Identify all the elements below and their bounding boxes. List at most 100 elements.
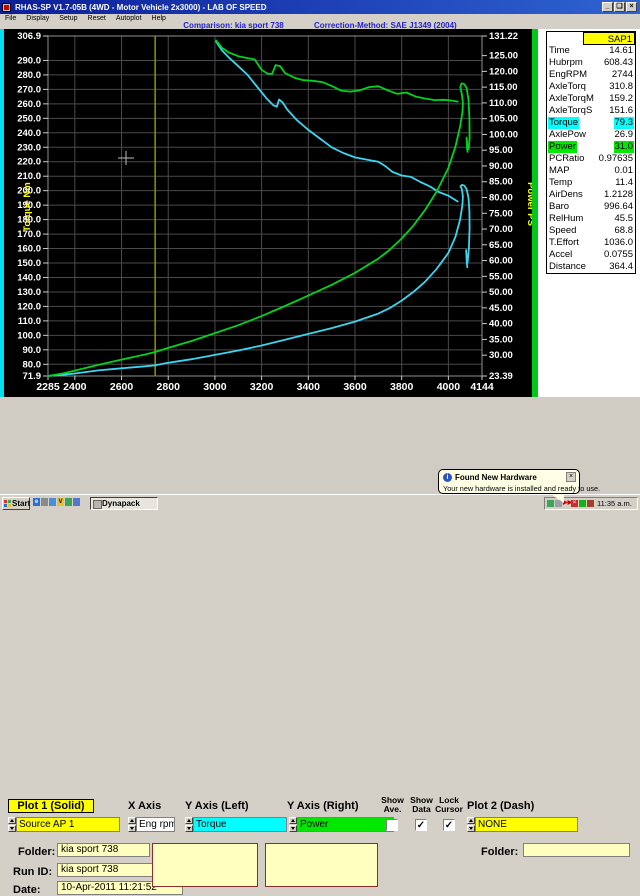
left-tick-label: 210.0: [17, 171, 41, 182]
show-ave-checkbox[interactable]: [386, 819, 398, 831]
close-button[interactable]: ×: [626, 2, 637, 12]
right-tick-label: 95.00: [489, 145, 513, 156]
window-title: RHAS-SP V1.7-05B (4WD - Motor Vehicle 2x…: [15, 3, 266, 12]
yaxis-right-section-label: Y Axis (Right): [287, 800, 359, 812]
row-value: 364.4: [608, 261, 634, 273]
right-tick-label: 80.00: [489, 193, 513, 204]
left-tick-label: 110.0: [18, 316, 41, 327]
row-label: AxleTorqS: [548, 105, 593, 117]
right-tick-label: 105.00: [489, 114, 518, 125]
right-tick-label: 70.00: [489, 224, 513, 235]
taskbar-button-dynapack[interactable]: Dynapack: [90, 497, 158, 510]
x-tick-label: 4144: [470, 381, 494, 393]
quicklaunch-icon-6[interactable]: [73, 498, 80, 506]
row-value: 2744: [611, 69, 634, 81]
show-data-checkbox[interactable]: ✓: [415, 819, 427, 831]
minimize-button[interactable]: _: [602, 2, 613, 12]
left-tick-label: 240.0: [17, 128, 41, 139]
menu-item-setup[interactable]: Setup: [54, 15, 82, 22]
yaxis-right-field[interactable]: Power: [297, 817, 394, 832]
yaxis-left-field[interactable]: Torque: [193, 817, 287, 832]
menu-item-display[interactable]: Display: [21, 15, 54, 22]
tray-icon-2[interactable]: [555, 500, 562, 507]
table-row: AxleTorqM 159.2: [547, 93, 635, 105]
taskbar-clock: 11:35 a.m.: [597, 499, 632, 508]
menu-item-help[interactable]: Help: [147, 15, 171, 22]
lock-cursor-checkbox[interactable]: ✓: [443, 819, 455, 831]
tray-icon-6[interactable]: [587, 500, 594, 507]
right-tick-label: 115.00: [489, 82, 518, 93]
tray-icon-1[interactable]: [547, 500, 554, 507]
right-tick-label: 40.00: [489, 319, 513, 330]
row-value: 31.0: [614, 141, 635, 153]
xaxis-field[interactable]: Eng rpm: [136, 817, 175, 832]
right-tick-label: 131.22: [489, 31, 518, 42]
row-label: Speed: [548, 225, 577, 237]
left-tick-label: 260.0: [17, 99, 41, 110]
folder-field[interactable]: kia sport 738: [57, 843, 150, 857]
left-tick-label: 120.0: [17, 301, 41, 312]
plot2-spinner[interactable]: [467, 817, 475, 832]
row-value: 26.9: [614, 129, 635, 141]
windows-logo-icon: [4, 500, 11, 507]
tray-media-icon[interactable]: ▶▶: [563, 500, 570, 507]
right-tick-label: 125.00: [489, 51, 518, 62]
right-tick-label: 45.00: [489, 303, 513, 314]
menu-item-file[interactable]: File: [0, 15, 21, 22]
row-value: 159.2: [608, 93, 634, 105]
x-tick-label: 3600: [343, 381, 367, 393]
x-tick-label: 3000: [203, 381, 227, 393]
table-row: AxleTorq310.8: [547, 81, 635, 93]
folder2-field[interactable]: [523, 843, 630, 857]
comment-textbox-1[interactable]: [152, 843, 258, 887]
plot1-source-spinner[interactable]: [8, 817, 16, 832]
series-power-rise: [48, 83, 470, 376]
row-label: AxleTorqM: [548, 93, 595, 105]
plot-border: [48, 36, 482, 376]
quicklaunch-icon-3[interactable]: [49, 498, 56, 506]
row-value: 608.43: [603, 57, 634, 69]
row-label: T.Effort: [548, 237, 580, 249]
xaxis-spinner[interactable]: [128, 817, 136, 832]
row-value: 45.5: [614, 213, 635, 225]
left-tick-label: 140.0: [17, 272, 41, 283]
maximize-button[interactable]: ❏: [614, 2, 625, 12]
row-value: 1036.0: [603, 237, 634, 249]
data-table: SAP1Time14.61Hubrpm608.43EngRPM2744AxleT…: [546, 31, 636, 274]
start-button[interactable]: Start: [2, 497, 30, 510]
left-tick-label: 290.0: [17, 55, 41, 66]
date-label: Date:: [13, 884, 41, 896]
row-value: 1.2128: [603, 189, 634, 201]
tray-icon-4[interactable]: ×: [571, 500, 578, 507]
dyno-chart[interactable]: 306.9290.0280.0270.0260.0250.0240.0230.0…: [0, 29, 540, 397]
plot2-field[interactable]: NONE: [475, 817, 578, 832]
quicklaunch-icon-4[interactable]: V: [57, 498, 64, 506]
comment-textbox-2[interactable]: [265, 843, 378, 887]
left-tick-label: 306.9: [17, 31, 41, 42]
notification-body: Your new hardware is installed and ready…: [443, 484, 600, 493]
notification-balloon: i Found New Hardware × Your new hardware…: [438, 469, 580, 494]
left-tick-label: 250.0: [17, 113, 41, 124]
row-label: AirDens: [548, 189, 584, 201]
quicklaunch-icon-2[interactable]: [41, 498, 48, 506]
left-tick-label: 160.0: [17, 244, 41, 255]
table-row: Power31.0: [547, 141, 635, 153]
series-power-fall: [216, 41, 458, 102]
notification-close-button[interactable]: ×: [566, 472, 576, 482]
yaxis-right-spinner[interactable]: [289, 817, 297, 832]
table-row: AirDens 1.2128: [547, 189, 635, 201]
quicklaunch-icon-5[interactable]: [65, 498, 72, 506]
row-label: Accel: [548, 249, 573, 261]
tray-icon-5[interactable]: [579, 500, 586, 507]
folder2-label: Folder:: [481, 846, 518, 858]
menu-item-reset[interactable]: Reset: [83, 15, 111, 22]
internet-explorer-icon[interactable]: e: [33, 498, 40, 506]
row-label: Time: [548, 45, 571, 57]
menu-item-autoplot[interactable]: Autoplot: [111, 15, 147, 22]
left-tick-label: 150.0: [17, 258, 41, 269]
yaxis-left-spinner[interactable]: [185, 817, 193, 832]
chart-canvas[interactable]: 306.9290.0280.0270.0260.0250.0240.0230.0…: [0, 29, 540, 397]
plot1-source-field[interactable]: Source AP 1: [16, 817, 120, 832]
left-tick-label: 130.0: [17, 287, 41, 298]
x-tick-label: 2800: [157, 381, 181, 393]
